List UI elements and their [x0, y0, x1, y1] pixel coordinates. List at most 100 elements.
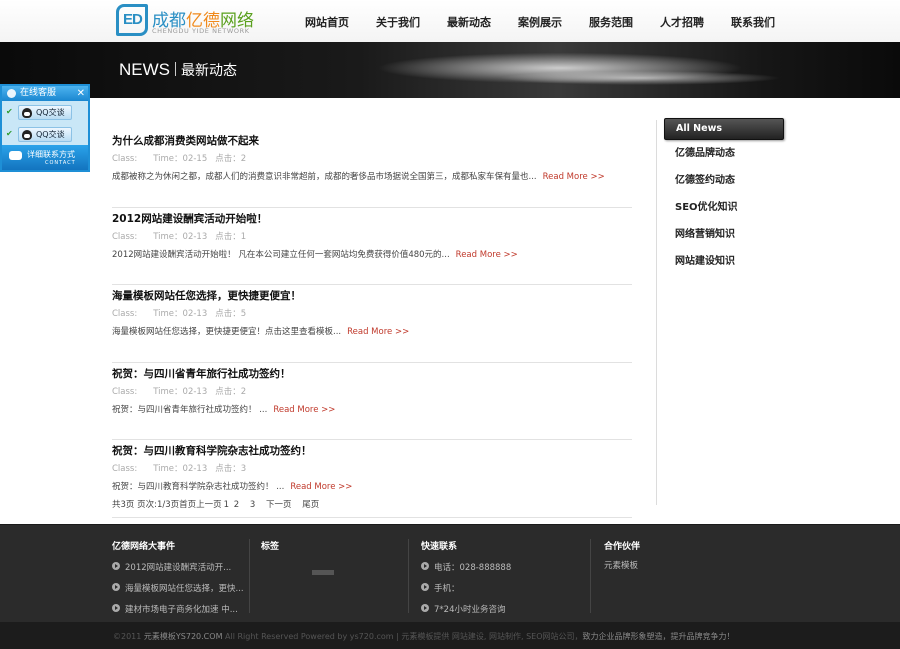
footer-event-link[interactable]: 海量模板网站任您选择，更快... — [112, 582, 244, 594]
contact-details-label: 详细联系方式 — [27, 150, 75, 159]
news-meta: Class: Time：02-13 点击：1 — [112, 230, 262, 242]
arrow-bullet-icon — [421, 562, 429, 570]
footer-mobile: 手机： — [421, 582, 511, 594]
contact-details-button[interactable]: 详细联系方式 CONTACT — [2, 145, 88, 170]
news-summary: 祝贺：与四川教育科学院杂志社成功签约！ ... Read More >> — [112, 480, 352, 492]
news-clicks: 点击：2 — [215, 386, 247, 397]
news-list: 为什么成都消费类网站做不起来 Class: Time：02-15 点击：2 成都被称… — [112, 130, 632, 518]
nav-news[interactable]: 最新动态 — [447, 14, 491, 30]
sidebar-item-web-building[interactable]: 网站建设知识 — [664, 248, 784, 275]
contact-details-en: CONTACT — [45, 160, 76, 166]
online-service-widget: 在线客服 ✕ ✔ QQ交谈 ✔ QQ交谈 详细联系方式 CONTACT — [0, 84, 90, 172]
news-time: Time：02-13 — [153, 309, 208, 319]
footer-mobile-text: 手机： — [434, 584, 460, 594]
footer-divider — [408, 539, 409, 613]
nav-services[interactable]: 服务范围 — [589, 14, 633, 30]
banner-title: NEWS 最新动态 — [119, 60, 237, 80]
banner-divider — [175, 62, 176, 76]
page-2-link[interactable]: 2 — [234, 500, 239, 510]
arrow-bullet-icon — [112, 562, 120, 570]
footer-partner-link[interactable]: 元素模板 — [604, 559, 640, 571]
copyright-brand-link[interactable]: 元素模板YS720.COM — [144, 632, 223, 641]
banner-title-cn: 最新动态 — [181, 63, 237, 79]
page-1-link[interactable]: 1 — [224, 500, 229, 510]
read-more-link[interactable]: Read More >> — [456, 250, 518, 260]
page-banner: NEWS 最新动态 — [0, 42, 900, 98]
news-summary: 祝贺：与四川省青年旅行社成功签约！ ... Read More >> — [112, 403, 335, 415]
footer-contact: 快速联系 电话：028-888888 手机： 7*24小时业务咨询 — [421, 539, 511, 615]
nav-contact[interactable]: 联系我们 — [731, 14, 775, 30]
arrow-bullet-icon — [421, 583, 429, 591]
news-title[interactable]: 祝贺：与四川教育科学院杂志社成功签约！ — [112, 443, 312, 458]
news-clicks: 点击：3 — [215, 464, 247, 474]
sidebar-divider — [656, 120, 657, 505]
check-icon: ✔ — [6, 129, 13, 138]
footer-hours: 7*24小时业务咨询 — [421, 603, 511, 615]
footer-events: 亿德网络大事件 2012网站建设酬宾活动开... 海量模板网站任您选择，更快..… — [112, 539, 244, 615]
qq-chat-button-1[interactable]: QQ交谈 — [18, 105, 72, 120]
news-category-menu: All News 亿德品牌动态 亿德签约动态 SEO优化知识 网络营销知识 网站… — [664, 118, 784, 275]
page-3-link[interactable]: 3 — [250, 500, 255, 510]
sidebar-item-marketing[interactable]: 网络营销知识 — [664, 221, 784, 248]
news-clicks: 点击：5 — [215, 309, 247, 319]
sidebar-item-signing-news[interactable]: 亿德签约动态 — [664, 167, 784, 194]
news-time: Time：02-13 — [153, 231, 208, 242]
read-more-link[interactable]: Read More >> — [290, 482, 352, 492]
news-class: Class: — [112, 464, 138, 474]
site-logo[interactable]: ED 成都亿德网络 CHENGDU YIDE NETWORK — [116, 4, 266, 38]
qq-penguin-icon — [22, 108, 32, 118]
footer-phone-text: 电话：028-888888 — [434, 563, 512, 573]
news-title[interactable]: 为什么成都消费类网站做不起来 — [112, 133, 259, 148]
read-more-link[interactable]: Read More >> — [543, 172, 605, 182]
qq-chat-label: QQ交谈 — [36, 108, 65, 117]
next-page-link[interactable]: 下一页 — [266, 500, 292, 510]
read-more-link[interactable]: Read More >> — [347, 327, 409, 337]
footer-tags: 标签 — [261, 539, 279, 552]
footer-event-text: 建材市场电子商务化加速 中... — [125, 605, 238, 615]
sidebar-item-seo[interactable]: SEO优化知识 — [664, 194, 784, 221]
sidebar-item-brand-news[interactable]: 亿德品牌动态 — [664, 140, 784, 167]
pagination-summary[interactable]: 共3页 页次:1/3页首页上一页 — [112, 500, 222, 510]
news-summary: 成都被称之为休闲之都，成都人们的消费意识非常超前，成都的奢侈品市场据说全国第三，… — [112, 170, 605, 182]
footer-event-link[interactable]: 2012网站建设酬宾活动开... — [112, 561, 244, 573]
user-icon — [7, 89, 16, 98]
copyright-bar: ©2011 元素模板YS720.COM All Right Reserved P… — [0, 622, 900, 649]
footer-event-link[interactable]: 建材市场电子商务化加速 中... — [112, 603, 244, 615]
news-item: 海量模板网站任您选择，更快捷更便宜！ Class: Time：02-13 点击：5 … — [112, 285, 632, 363]
news-summary-text: 成都被称之为休闲之都，成都人们的消费意识非常超前，成都的奢侈品市场据说全国第三，… — [112, 172, 537, 182]
footer-event-text: 海量模板网站任您选择，更快... — [125, 584, 244, 594]
news-summary-text: 海量模板网站任您选择，更快捷更便宜！点击这里查看模板... — [112, 327, 342, 337]
qq-chat-button-2[interactable]: QQ交谈 — [18, 127, 72, 142]
site-footer: 亿德网络大事件 2012网站建设酬宾活动开... 海量模板网站任您选择，更快..… — [0, 524, 900, 622]
news-summary-text: 2012网站建设酬宾活动开始啦！ 凡在本公司建立任何一套网站均免费获得价值480… — [112, 249, 450, 260]
close-icon[interactable]: ✕ — [77, 86, 85, 101]
news-title[interactable]: 2012网站建设酬宾活动开始啦！ — [112, 211, 267, 226]
qq-row-2: ✔ QQ交谈 — [2, 126, 88, 145]
news-summary: 2012网站建设酬宾活动开始啦！ 凡在本公司建立任何一套网站均免费获得价值480… — [112, 248, 518, 260]
news-meta: Class: Time：02-13 点击：3 — [112, 462, 262, 474]
last-page-link[interactable]: 尾页 — [302, 500, 319, 510]
news-item: 为什么成都消费类网站做不起来 Class: Time：02-15 点击：2 成都被称… — [112, 130, 632, 208]
news-meta: Class: Time：02-15 点击：2 — [112, 152, 262, 164]
footer-contact-title: 快速联系 — [421, 542, 458, 552]
logo-english-name: CHENGDU YIDE NETWORK — [152, 27, 250, 35]
nav-home[interactable]: 网站首页 — [305, 14, 349, 30]
read-more-link[interactable]: Read More >> — [273, 405, 335, 415]
news-title[interactable]: 祝贺：与四川省青年旅行社成功签约！ — [112, 366, 291, 381]
news-title[interactable]: 海量模板网站任您选择，更快捷更便宜！ — [112, 288, 301, 303]
logo-mark-text: ED — [123, 11, 143, 28]
check-icon: ✔ — [6, 107, 13, 116]
nav-cases[interactable]: 案例展示 — [518, 14, 562, 30]
news-class: Class: — [112, 154, 138, 164]
sidebar-item-all-news[interactable]: All News — [664, 118, 784, 140]
copyright-prefix: ©2011 — [113, 632, 144, 641]
chat-bubble-icon — [9, 151, 22, 160]
news-class: Class: — [112, 231, 138, 242]
qq-chat-label: QQ交谈 — [36, 130, 65, 139]
nav-jobs[interactable]: 人才招聘 — [660, 14, 704, 30]
footer-phone: 电话：028-888888 — [421, 561, 511, 573]
arrow-bullet-icon — [112, 604, 120, 612]
nav-about[interactable]: 关于我们 — [376, 14, 420, 30]
service-header: 在线客服 ✕ — [2, 86, 88, 101]
footer-event-text: 2012网站建设酬宾活动开... — [125, 563, 232, 573]
